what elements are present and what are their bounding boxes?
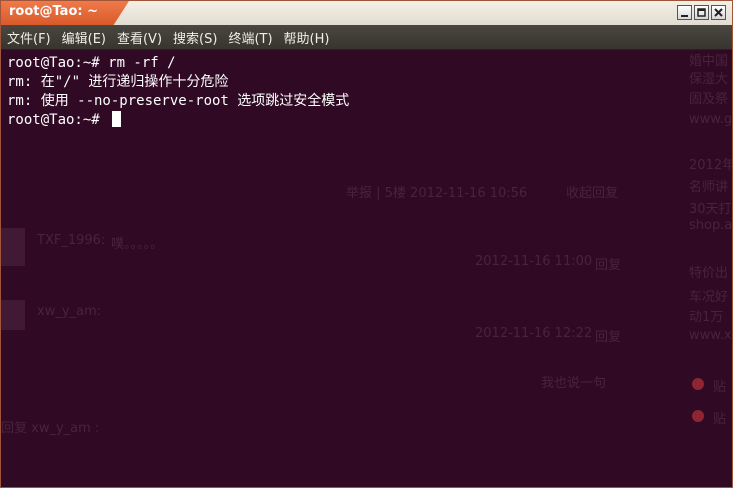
- menu-view[interactable]: 查看(V): [112, 28, 167, 47]
- ghost-date1: 2012-11-16 11:00: [475, 254, 593, 269]
- minimize-icon: [681, 15, 688, 17]
- terminal-line: rm: 在"/" 进行递归操作十分危险: [7, 74, 229, 90]
- ghost-side-post2: 贴: [713, 412, 727, 427]
- ghost-side-6: 特价出: [689, 266, 729, 281]
- menu-file[interactable]: 文件(F): [2, 28, 56, 47]
- ghost-say-one: 我也说一句: [541, 376, 607, 391]
- ghost-user1: TXF_1996:: [37, 233, 106, 248]
- terminal-line: rm: 使用 --no-preserve-root 选项跳过安全模式: [7, 93, 350, 109]
- menu-terminal[interactable]: 终端(T): [223, 28, 277, 47]
- title-bar[interactable]: root@Tao: ~: [1, 1, 732, 25]
- close-icon: [714, 8, 723, 17]
- menu-edit[interactable]: 编辑(E): [57, 28, 111, 47]
- terminal-window: root@Tao: ~ 文件(F) 编辑(E) 查看(V) 搜索(S) 终端(T…: [0, 0, 733, 488]
- ghost-date2: 2012-11-16 12:22: [475, 326, 593, 341]
- terminal-prompt: root@Tao:~#: [7, 112, 109, 128]
- ghost-avatar-1: [1, 228, 25, 266]
- terminal-line: root@Tao:~# rm -rf /: [7, 55, 176, 71]
- terminal-prompt-line: root@Tao:~#: [7, 111, 726, 130]
- ghost-side-shop: shop.a: [689, 218, 733, 233]
- ghost-reply1: 回复: [595, 258, 622, 273]
- ghost-side-post1: 贴: [713, 380, 727, 395]
- menu-bar: 文件(F) 编辑(E) 查看(V) 搜索(S) 终端(T) 帮助(H): [1, 25, 732, 50]
- menu-help[interactable]: 帮助(H): [279, 28, 335, 47]
- minimize-button[interactable]: [677, 5, 692, 20]
- ghost-reply2: 回复: [595, 330, 622, 345]
- ghost-user2: xw_y_am:: [37, 304, 102, 319]
- ghost-reply-to: 回复 xw_y_am :: [1, 421, 100, 436]
- ghost-reply-meta: 举报 | 5楼 2012-11-16 10:56: [346, 186, 528, 201]
- warning-icon: [692, 378, 704, 390]
- ghost-side-7: 车况好: [689, 290, 729, 305]
- ghost-side-5: 30天打: [689, 202, 732, 217]
- ghost-avatar-2: [1, 300, 25, 330]
- ghost-side-4: 名师讲: [689, 180, 729, 195]
- text-cursor: [112, 111, 122, 127]
- ghost-collapse: 收起回复: [566, 186, 619, 201]
- maximize-icon: [697, 8, 706, 17]
- ghost-side-url2: www.x: [689, 328, 732, 343]
- menu-search[interactable]: 搜索(S): [168, 28, 222, 47]
- terminal-area[interactable]: 举报 | 5楼 2012-11-16 10:56 收起回复 TXF_1996: …: [1, 50, 732, 487]
- window-controls: [677, 5, 726, 20]
- close-button[interactable]: [711, 5, 726, 20]
- ghost-user1-text: 噗。。。。。: [111, 237, 164, 252]
- ghost-side-year: 2012年: [689, 158, 733, 173]
- warning-icon: [692, 410, 704, 422]
- window-title: root@Tao: ~: [9, 4, 99, 19]
- maximize-button[interactable]: [694, 5, 709, 20]
- ghost-side-8: 动1万: [689, 310, 724, 325]
